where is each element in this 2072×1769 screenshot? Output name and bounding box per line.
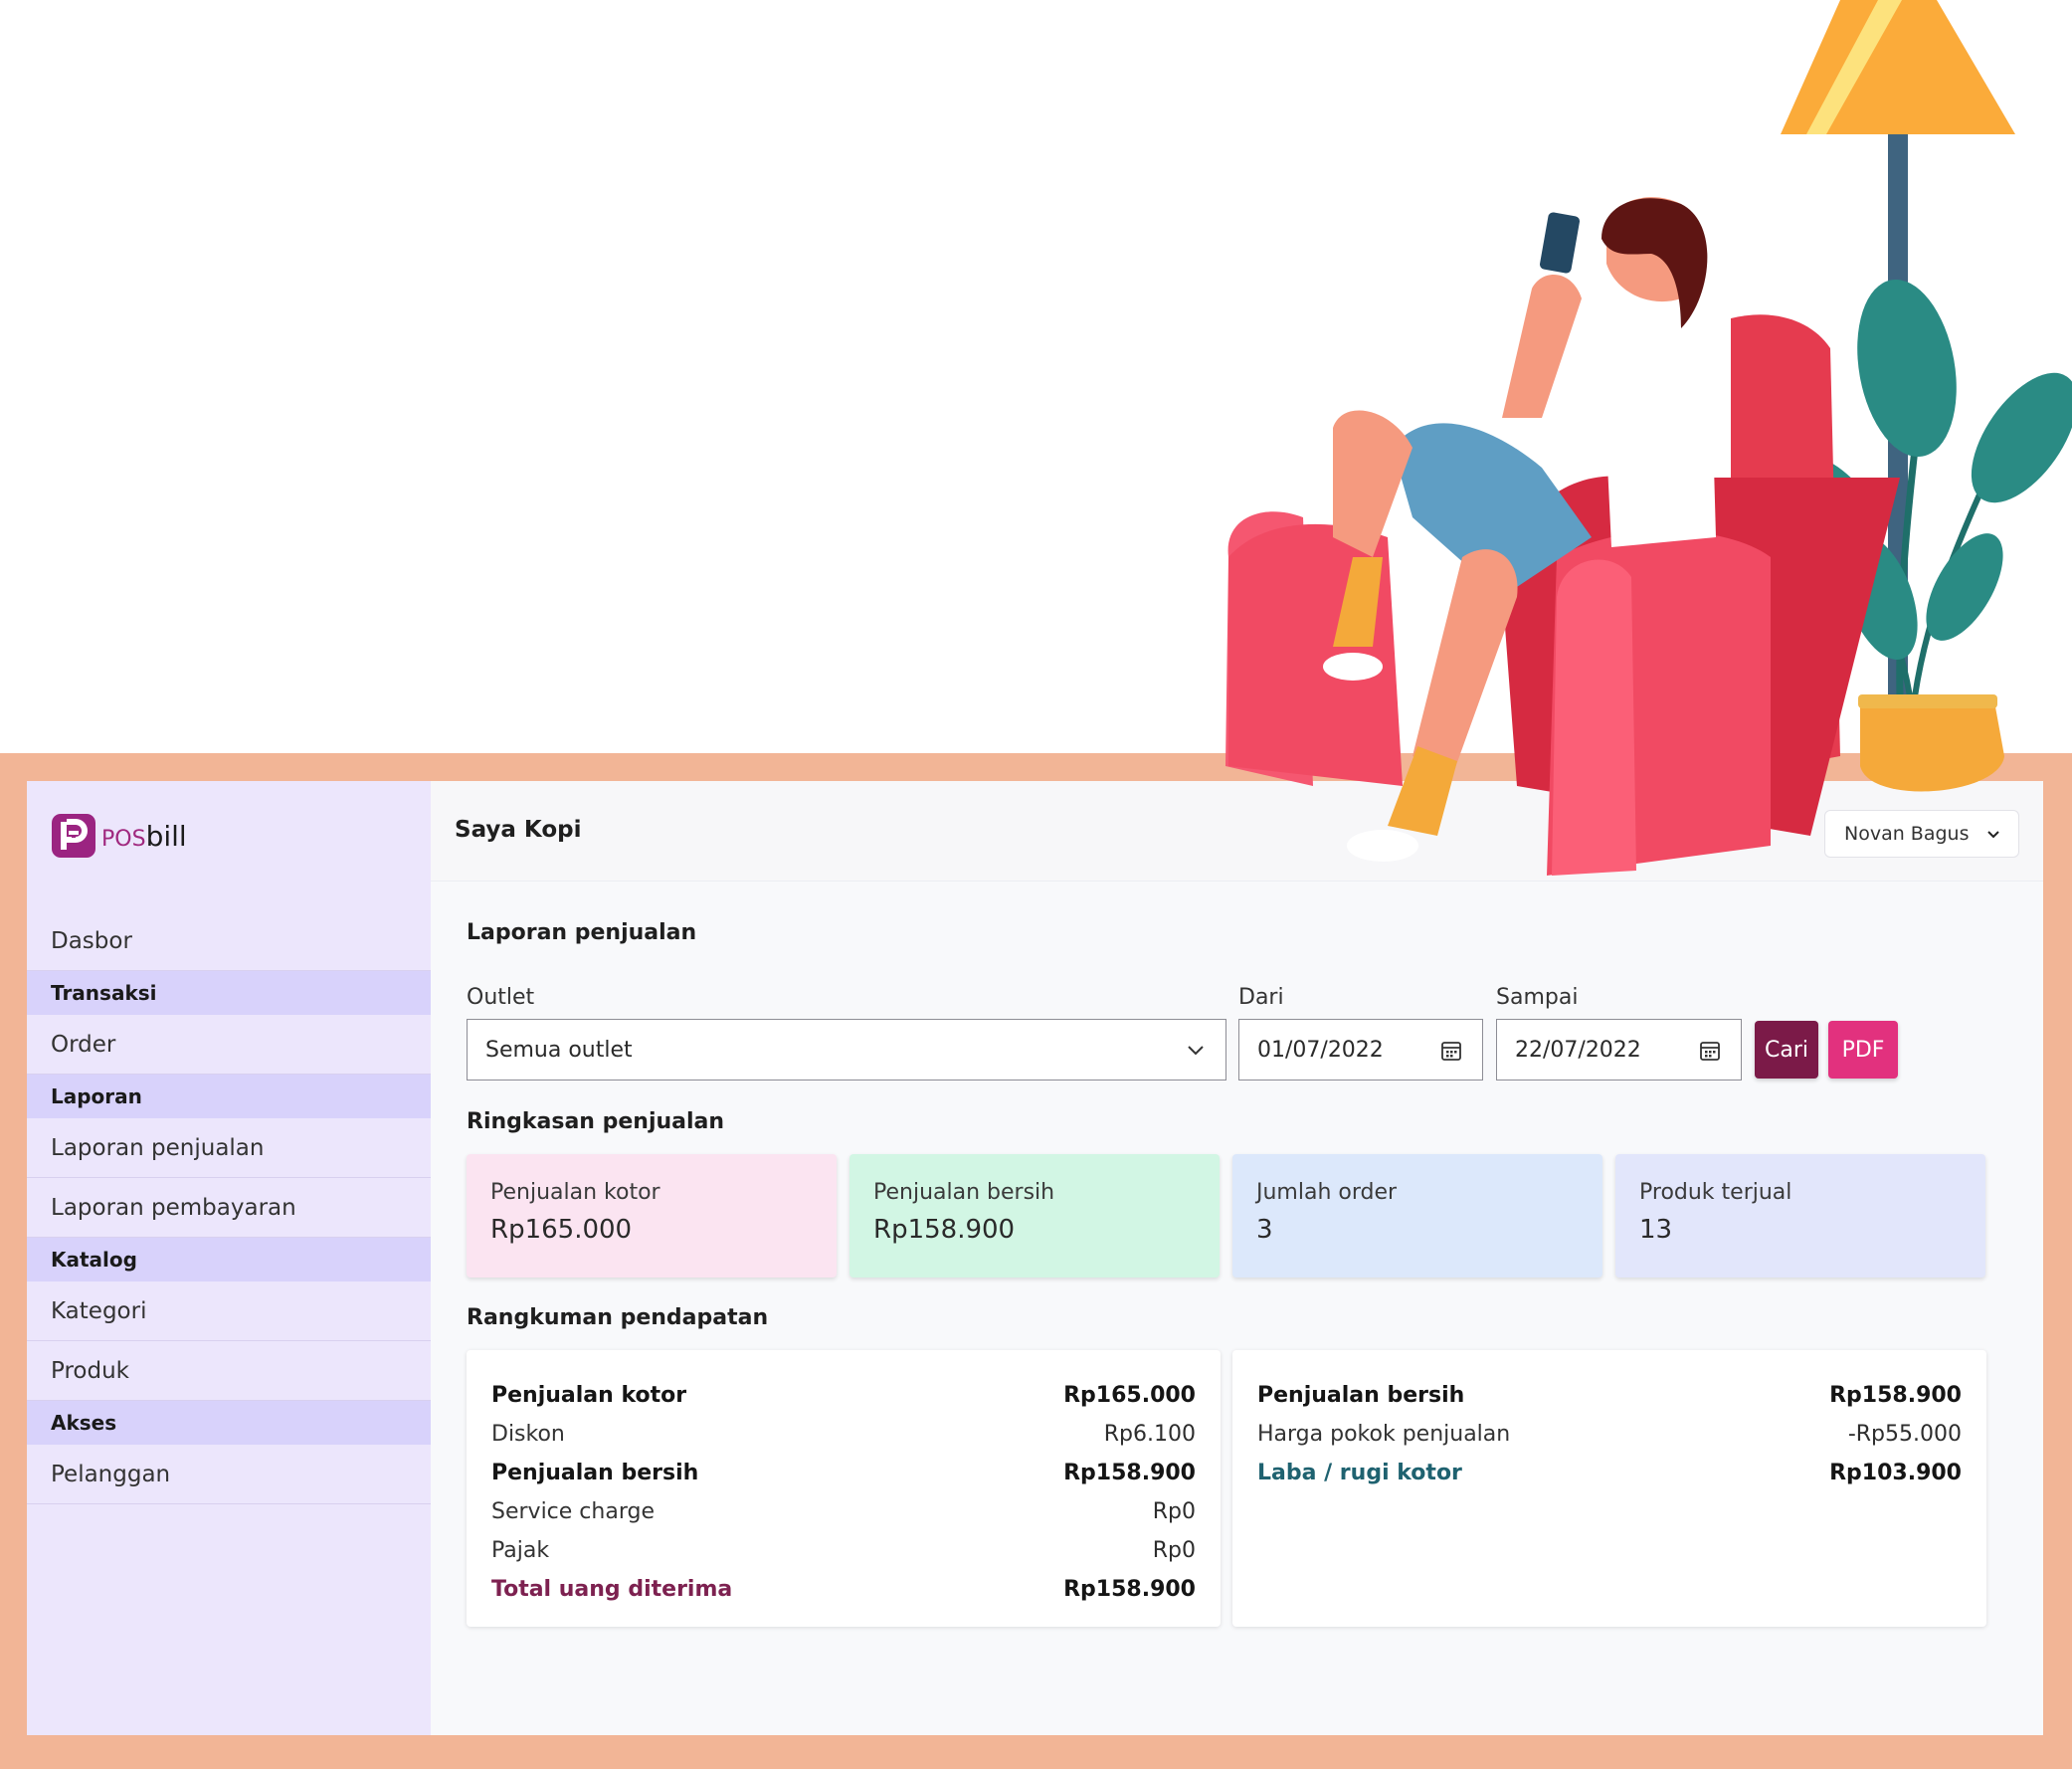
sidebar-item-dasbor[interactable]: Dasbor: [27, 911, 431, 971]
income-row-value: Rp158.900: [1063, 1461, 1196, 1485]
sidebar-item-laporan-pembayaran[interactable]: Laporan pembayaran: [27, 1178, 431, 1238]
summary-card-value: Rp158.900: [873, 1215, 1016, 1245]
summary-card: Jumlah order 3: [1232, 1154, 1602, 1278]
income-title: Rangkuman pendapatan: [467, 1305, 769, 1330]
woman-on-armchair-illustration: [1225, 0, 2072, 876]
summary-card-label: Jumlah order: [1256, 1180, 1398, 1205]
logo-text-suffix: bill: [145, 819, 187, 853]
sidebar-item-order[interactable]: Order: [27, 1015, 431, 1075]
to-date-label: Sampai: [1496, 985, 1579, 1010]
sidebar-item-pelanggan[interactable]: Pelanggan: [27, 1445, 431, 1504]
calendar-icon[interactable]: [1699, 1040, 1721, 1062]
summary-card-label: Produk terjual: [1639, 1180, 1792, 1205]
income-row-label: Penjualan kotor: [491, 1383, 687, 1408]
from-date-label: Dari: [1238, 985, 1284, 1010]
income-row-value: Rp0: [1152, 1499, 1196, 1524]
income-row-label: Service charge: [491, 1499, 655, 1524]
sidebar-section-laporan: Laporan: [27, 1075, 431, 1118]
income-row-label: Penjualan bersih: [1257, 1383, 1465, 1408]
income-row-value: Rp0: [1152, 1538, 1196, 1563]
sidebar: POSbill Dasbor Transaksi Order Laporan Lapor…: [27, 781, 431, 1735]
summary-card: Produk terjual 13: [1615, 1154, 1985, 1278]
summary-card: Penjualan bersih Rp158.900: [849, 1154, 1220, 1278]
income-row: Penjualan kotor Rp165.000: [491, 1376, 1196, 1415]
income-row-value: Rp103.900: [1829, 1461, 1962, 1485]
main-area: Saya Kopi Novan Bagus Laporan penjualan …: [431, 781, 2043, 1735]
summary-card-value: Rp165.000: [490, 1215, 633, 1245]
income-row-label: Laba / rugi kotor: [1257, 1461, 1462, 1485]
logo-text-prefix: POS: [101, 826, 146, 852]
outlet-label: Outlet: [467, 985, 535, 1010]
income-row-value: Rp6.100: [1103, 1422, 1196, 1447]
income-row-label: Total uang diterima: [491, 1577, 733, 1602]
sidebar-item-laporan-penjualan[interactable]: Laporan penjualan: [27, 1118, 431, 1178]
income-row-value: Rp158.900: [1829, 1383, 1962, 1408]
income-row: Harga pokok penjualan -Rp55.000: [1257, 1415, 1962, 1454]
logo-text: POSbill: [101, 820, 187, 853]
summary-card: Penjualan kotor Rp165.000: [467, 1154, 837, 1278]
from-date-input[interactable]: 01/07/2022: [1238, 1019, 1483, 1081]
summary-card-label: Penjualan bersih: [873, 1180, 1055, 1205]
summary-card-value: 13: [1639, 1215, 1673, 1245]
sidebar-section-katalog: Katalog: [27, 1238, 431, 1281]
calendar-icon[interactable]: [1440, 1040, 1462, 1062]
income-row-label: Harga pokok penjualan: [1257, 1422, 1511, 1447]
sidebar-item-produk[interactable]: Produk: [27, 1341, 431, 1401]
income-panel-right: Penjualan bersih Rp158.900 Harga pokok pen…: [1232, 1350, 1986, 1627]
income-row-value: -Rp55.000: [1847, 1422, 1962, 1447]
income-row-label: Penjualan bersih: [491, 1461, 699, 1485]
income-row-value: Rp158.900: [1063, 1577, 1196, 1602]
income-row-value: Rp165.000: [1063, 1383, 1196, 1408]
income-row: Penjualan bersih Rp158.900: [491, 1454, 1196, 1492]
income-row: Laba / rugi kotor Rp103.900: [1257, 1454, 1962, 1492]
chevron-down-icon: [1188, 1046, 1204, 1056]
sidebar-nav: Dasbor Transaksi Order Laporan Laporan penju…: [27, 911, 431, 1504]
summary-card-value: 3: [1256, 1215, 1273, 1245]
logo-icon: [52, 814, 95, 858]
income-panel-left: Penjualan kotor Rp165.000 Diskon Rp6.100 Pen…: [467, 1350, 1221, 1627]
store-name: Saya Kopi: [455, 817, 582, 843]
search-button[interactable]: Cari: [1755, 1021, 1818, 1079]
sidebar-item-kategori[interactable]: Kategori: [27, 1281, 431, 1341]
sidebar-section-transaksi: Transaksi: [27, 971, 431, 1015]
income-row: Service charge Rp0: [491, 1492, 1196, 1531]
sidebar-section-akses: Akses: [27, 1401, 431, 1445]
app-window: POSbill Dasbor Transaksi Order Laporan Lapor…: [27, 781, 2043, 1735]
to-date-input[interactable]: 22/07/2022: [1496, 1019, 1742, 1081]
pdf-button[interactable]: PDF: [1828, 1021, 1898, 1079]
summary-title: Ringkasan penjualan: [467, 1109, 725, 1134]
income-row: Diskon Rp6.100: [491, 1415, 1196, 1454]
income-row-label: Diskon: [491, 1422, 565, 1447]
income-row-label: Pajak: [491, 1538, 550, 1563]
income-row: Penjualan bersih Rp158.900: [1257, 1376, 1962, 1415]
summary-card-label: Penjualan kotor: [490, 1180, 660, 1205]
outlet-select[interactable]: Semua outlet: [467, 1019, 1226, 1081]
income-row: Total uang diterima Rp158.900: [491, 1570, 1196, 1609]
logo[interactable]: POSbill: [52, 814, 187, 858]
page-title: Laporan penjualan: [467, 920, 697, 945]
income-row: Pajak Rp0: [491, 1531, 1196, 1570]
outlet-select-value: Semua outlet: [485, 1037, 633, 1063]
from-date-value: 01/07/2022: [1257, 1037, 1384, 1063]
to-date-value: 22/07/2022: [1515, 1037, 1641, 1063]
